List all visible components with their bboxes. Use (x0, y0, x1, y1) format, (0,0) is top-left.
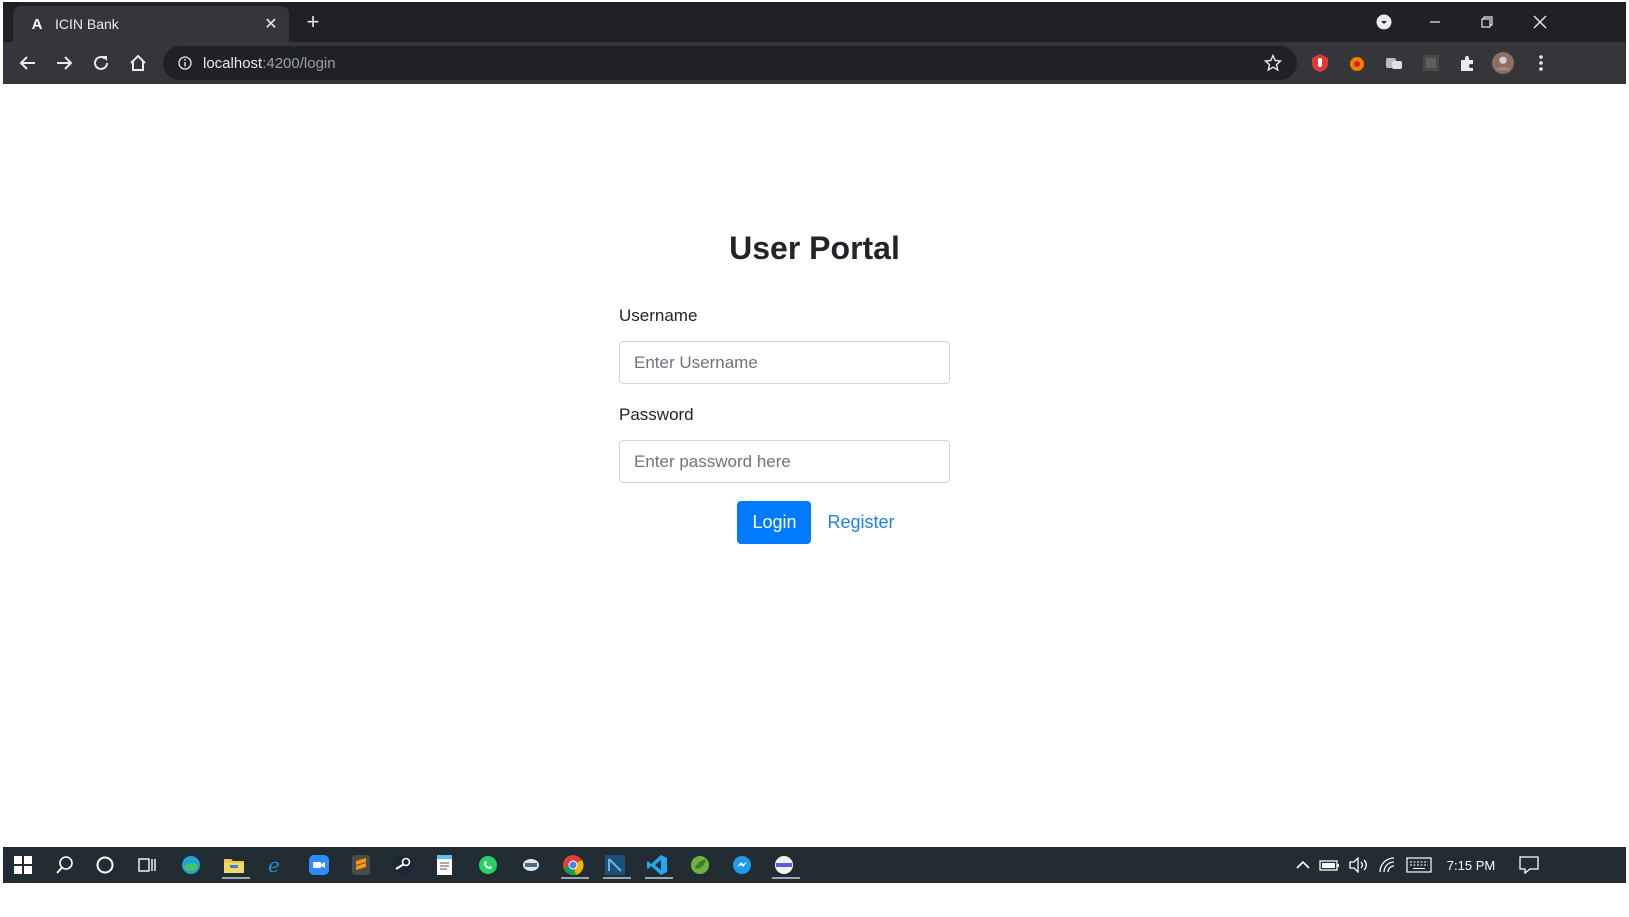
tab-search-icon[interactable] (1370, 8, 1398, 36)
minimize-icon[interactable] (1421, 8, 1449, 36)
active-indicator (603, 877, 631, 879)
url-text: localhost:4200/login (203, 55, 336, 72)
battery-icon[interactable] (1319, 855, 1341, 875)
active-indicator (772, 877, 800, 879)
windows-taskbar: e 7:15 PM (3, 847, 1626, 883)
extension-dark-icon[interactable] (1420, 52, 1442, 74)
task-view-icon[interactable] (133, 851, 161, 879)
messenger-icon[interactable] (728, 851, 756, 879)
clock[interactable]: 7:15 PM (1443, 855, 1499, 875)
chrome-icon[interactable] (559, 851, 589, 879)
search-icon[interactable] (51, 851, 79, 879)
whatsapp-icon[interactable] (474, 851, 502, 879)
tab-strip: A ICIN Bank ✕ + (3, 2, 1626, 42)
username-input[interactable] (619, 341, 950, 384)
vscode-icon[interactable] (643, 851, 673, 879)
angular-favicon-icon: A (31, 15, 43, 33)
active-indicator (561, 877, 589, 879)
notepad-icon[interactable] (431, 851, 459, 879)
login-form: Username Password (619, 306, 950, 483)
app-purple-icon[interactable] (770, 851, 800, 879)
close-window-icon[interactable] (1526, 8, 1554, 36)
tab-title: ICIN Bank (55, 16, 119, 32)
show-hidden-icons-chevron-icon[interactable] (1295, 855, 1311, 875)
back-arrow-icon[interactable] (15, 50, 41, 76)
close-tab-icon[interactable]: ✕ (261, 14, 281, 34)
sublime-text-icon[interactable] (347, 851, 375, 879)
extension-red-icon[interactable] (1309, 52, 1331, 74)
cortana-circle-icon[interactable] (91, 851, 119, 879)
url-host: localhost (203, 54, 263, 72)
volume-icon[interactable] (1348, 855, 1370, 875)
restore-icon[interactable] (1473, 8, 1501, 36)
active-indicator (645, 877, 673, 879)
register-link[interactable]: Register (827, 501, 894, 544)
profile-avatar-icon[interactable] (1492, 52, 1514, 74)
password-input[interactable] (619, 440, 950, 483)
menu-dots-icon[interactable] (1530, 52, 1552, 74)
browser-window: A ICIN Bank ✕ + localhost:4200/login (3, 2, 1626, 84)
keyboard-icon[interactable] (1405, 855, 1433, 875)
internet-explorer-icon[interactable]: e (262, 851, 290, 879)
reload-icon[interactable] (88, 50, 114, 76)
password-label: Password (619, 405, 694, 424)
tab-icin-bank[interactable]: A ICIN Bank ✕ (13, 6, 289, 42)
site-info-icon[interactable] (177, 55, 193, 71)
file-explorer-icon[interactable] (220, 851, 250, 879)
zoom-app-icon[interactable] (305, 851, 333, 879)
form-actions: Login Register (3, 501, 1626, 544)
extensions-puzzle-icon[interactable] (1456, 52, 1478, 74)
forward-arrow-icon[interactable] (51, 50, 77, 76)
new-tab-button[interactable]: + (303, 11, 323, 33)
browser-toolbar: localhost:4200/login (3, 42, 1626, 84)
active-indicator (222, 877, 250, 879)
url-path: :4200/login (262, 54, 336, 72)
extension-gray-icon[interactable] (1383, 52, 1405, 74)
steam-icon[interactable] (389, 851, 417, 879)
login-button[interactable]: Login (737, 501, 812, 544)
extension-orange-icon[interactable] (1346, 52, 1368, 74)
login-page: User Portal Username Password Login Regi… (3, 84, 1626, 847)
code-editor-icon[interactable] (601, 851, 631, 879)
username-label: Username (619, 306, 698, 325)
spring-tool-icon[interactable] (686, 851, 714, 879)
page-title: User Portal (729, 230, 900, 266)
edge-browser-icon[interactable] (177, 851, 205, 879)
svg-text:e: e (268, 854, 280, 876)
app-tray-icon[interactable] (517, 851, 545, 879)
windows-start-icon[interactable] (9, 851, 37, 879)
wifi-icon[interactable] (1378, 855, 1398, 875)
home-icon[interactable] (125, 50, 151, 76)
address-bar[interactable]: localhost:4200/login (163, 46, 1297, 80)
screen-margin (0, 883, 1629, 917)
action-center-icon[interactable] (1518, 855, 1540, 875)
bookmark-star-icon[interactable] (1263, 53, 1283, 73)
